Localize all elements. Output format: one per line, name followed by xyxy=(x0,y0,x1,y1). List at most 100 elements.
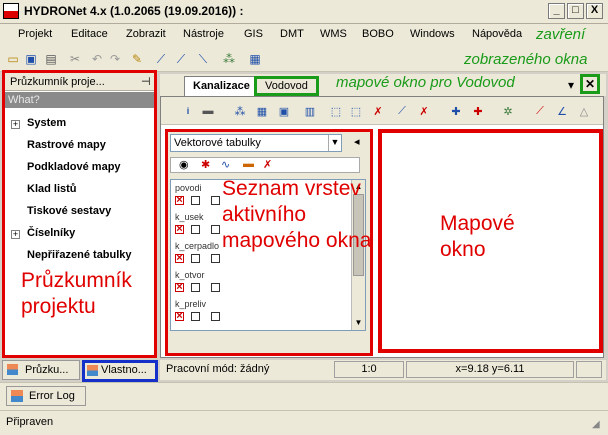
save-icon[interactable]: ▣ xyxy=(22,50,40,68)
open-folder-icon[interactable]: ▭ xyxy=(4,50,22,68)
close-window-button[interactable]: X xyxy=(586,3,603,19)
expand-system-icon[interactable]: + xyxy=(11,120,20,129)
layer-item-label: k_usek xyxy=(175,212,204,222)
layer-visible-checkbox[interactable] xyxy=(175,283,184,292)
explorer-title: Průzkumník proje... xyxy=(10,76,105,88)
tree-item-rastrove-mapy[interactable]: Rastrové mapy xyxy=(27,139,106,151)
explorer-search-input[interactable]: What? xyxy=(5,92,154,108)
menu-projekt[interactable]: Projekt xyxy=(18,28,52,40)
layer-snap-checkbox[interactable] xyxy=(211,312,220,321)
menu-editace[interactable]: Editace xyxy=(71,28,108,40)
info-icon[interactable]: i xyxy=(179,102,197,120)
menu-zobrazit[interactable]: Zobrazit xyxy=(126,28,166,40)
eye-icon[interactable]: ◉ xyxy=(179,158,189,171)
delete-line-icon[interactable]: ✗ xyxy=(369,102,387,120)
tab-dropdown-icon[interactable]: ▾ xyxy=(568,78,574,92)
menu-nastroje[interactable]: Nástroje xyxy=(183,28,224,40)
layer-tool-icon[interactable]: ▥ xyxy=(301,102,319,120)
filter-layer-icon[interactable]: ✗ xyxy=(263,158,272,171)
close-tab-button[interactable]: ✕ xyxy=(580,74,600,94)
layer-group-dropdown-icon[interactable]: ▼ xyxy=(328,135,341,151)
resize-grip-icon[interactable]: ◢ xyxy=(592,419,600,430)
layer-snap-checkbox[interactable] xyxy=(211,225,220,234)
tree-item-tiskove-sestavy[interactable]: Tiskové sestavy xyxy=(27,205,111,217)
network-icon[interactable]: ⁂ xyxy=(220,50,238,68)
redo-icon[interactable]: ↷ xyxy=(106,50,124,68)
layer-edit-checkbox[interactable] xyxy=(191,254,200,263)
pin-icon[interactable]: ⊣ xyxy=(141,75,151,88)
error-log-bar: Error Log xyxy=(0,382,608,410)
tree-item-podkladove-mapy[interactable]: Podkladové mapy xyxy=(27,161,121,173)
collapse-panel-icon[interactable]: ◂ xyxy=(354,135,360,148)
edit-layer-icon[interactable]: ✱ xyxy=(201,158,210,171)
tool-c-icon[interactable]: ⟍ xyxy=(194,50,212,68)
explorer-tab-icon xyxy=(7,364,18,375)
tree-item-system[interactable]: System xyxy=(27,117,66,129)
tab-properties[interactable]: Vlastno... xyxy=(82,360,158,382)
menu-wms[interactable]: WMS xyxy=(320,28,347,40)
annotation-layer-list: Seznam vrstev aktivního mapového okna xyxy=(222,177,372,252)
tab-explorer[interactable]: Průzku... xyxy=(2,360,80,380)
expand-ciselniky-icon[interactable]: + xyxy=(11,230,20,239)
status-scale: 1:0 xyxy=(334,361,404,378)
app-icon xyxy=(3,3,19,19)
label-layer-icon[interactable]: ▬ xyxy=(243,158,254,170)
map-toolbar: i ▬ ⁂ ▦ ▣ ▥ ⬚ ⬚ ✗ ⟋ ✗ ✚ ✚ ✲ ⟋ ∠ △ xyxy=(161,97,603,125)
maximize-button[interactable]: □ xyxy=(567,3,584,19)
menu-dmt[interactable]: DMT xyxy=(280,28,304,40)
snap-layer-icon[interactable]: ∿ xyxy=(221,158,230,171)
box-tool-icon[interactable]: ▣ xyxy=(275,102,293,120)
layer-item-label: k_cerpadlo xyxy=(175,241,220,251)
triangle-icon[interactable]: △ xyxy=(575,102,593,120)
menu-bobo[interactable]: BOBO xyxy=(362,28,394,40)
layer-snap-checkbox[interactable] xyxy=(211,283,220,292)
menu-napoveda[interactable]: Nápověda xyxy=(472,28,522,40)
measure-icon[interactable]: ▬ xyxy=(199,102,217,120)
layer-edit-checkbox[interactable] xyxy=(191,312,200,321)
undo-icon[interactable]: ↶ xyxy=(88,50,106,68)
minimize-button[interactable]: _ xyxy=(548,3,565,19)
layer-group-select[interactable]: Vektorové tabulky xyxy=(170,134,342,152)
layer-visible-checkbox[interactable] xyxy=(175,225,184,234)
layer-edit-checkbox[interactable] xyxy=(191,225,200,234)
node-icon[interactable]: ⟋ xyxy=(393,102,411,120)
edit-icon[interactable]: ✎ xyxy=(128,50,146,68)
select-tool-icon[interactable]: ⬚ xyxy=(327,102,345,120)
layer-item-label: k_preliv xyxy=(175,299,207,309)
project-explorer: Průzkumník proje... ⊣ What? + System Ras… xyxy=(2,70,157,358)
add-red-icon[interactable]: ✚ xyxy=(469,102,487,120)
angle-icon[interactable]: ∠ xyxy=(553,102,571,120)
properties-tab-icon xyxy=(87,365,98,376)
layer-visible-checkbox[interactable] xyxy=(175,254,184,263)
tool-b-icon[interactable]: ⟋ xyxy=(172,50,190,68)
select-area-icon[interactable]: ⬚ xyxy=(347,102,365,120)
layer-snap-checkbox[interactable] xyxy=(211,254,220,263)
layer-snap-checkbox[interactable] xyxy=(211,196,220,205)
tab-kanalizace[interactable]: Kanalizace xyxy=(184,76,259,96)
snap-icon[interactable]: ✲ xyxy=(499,102,517,120)
grid-tool-icon[interactable]: ▦ xyxy=(253,102,271,120)
tree-item-klad-listu[interactable]: Klad listů xyxy=(27,183,77,195)
remove-node-icon[interactable]: ✗ xyxy=(415,102,433,120)
layer-edit-checkbox[interactable] xyxy=(191,283,200,292)
menu-gis[interactable]: GIS xyxy=(244,28,263,40)
map-canvas[interactable]: Mapové okno xyxy=(378,129,603,353)
line-icon[interactable]: ⟋ xyxy=(531,102,549,120)
tree-item-ciselniky[interactable]: Číselníky xyxy=(27,227,75,239)
tab-explorer-label: Průzku... xyxy=(25,364,69,376)
menu-windows[interactable]: Windows xyxy=(410,28,455,40)
tab-error-log[interactable]: Error Log xyxy=(6,386,86,406)
scroll-down-icon[interactable]: ▼ xyxy=(352,316,365,329)
layer-edit-checkbox[interactable] xyxy=(191,196,200,205)
layer-visible-checkbox[interactable] xyxy=(175,196,184,205)
table-icon[interactable]: ▦ xyxy=(246,50,264,68)
map-view: i ▬ ⁂ ▦ ▣ ▥ ⬚ ⬚ ✗ ⟋ ✗ ✚ ✚ ✲ ⟋ ∠ △ Vektor… xyxy=(160,96,604,358)
tool-a-icon[interactable]: ⟋ xyxy=(152,50,170,68)
tab-vodovod[interactable]: Vodovod xyxy=(254,76,319,96)
print-icon[interactable]: ▤ xyxy=(42,50,60,68)
tree-item-nepriradene-tabulky[interactable]: Nepřiřazené tabulky xyxy=(27,249,132,261)
add-icon[interactable]: ✚ xyxy=(447,102,465,120)
layer-visible-checkbox[interactable] xyxy=(175,312,184,321)
cut-icon[interactable]: ✂ xyxy=(66,50,84,68)
network-tool-icon[interactable]: ⁂ xyxy=(231,102,249,120)
